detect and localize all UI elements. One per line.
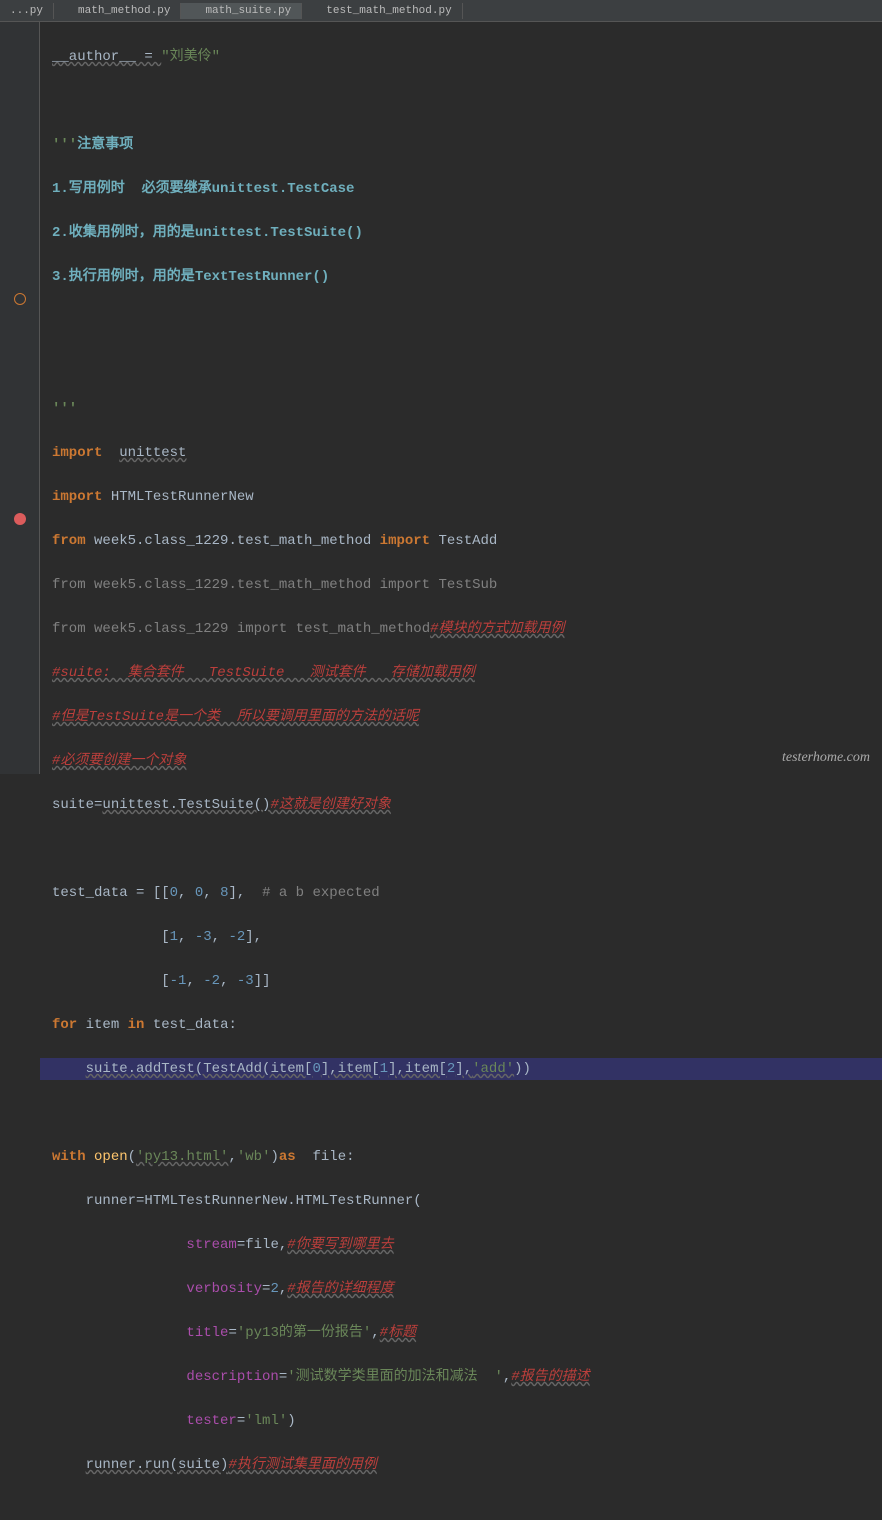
tab-file-1[interactable]: ...py xyxy=(0,3,54,19)
python-icon xyxy=(191,6,201,16)
warning-circle-icon xyxy=(14,293,26,305)
tab-file-3[interactable]: math_suite.py xyxy=(181,3,302,19)
breakpoint-icon[interactable] xyxy=(14,513,26,525)
python-icon xyxy=(64,6,74,16)
watermark-text: testerhome.com xyxy=(782,750,870,766)
gutter[interactable] xyxy=(0,22,40,774)
tab-file-2[interactable]: math_method.py xyxy=(54,3,181,19)
code-area[interactable]: __author__ = "刘美伶" '''注意事项 1.写用例时 必须要继承u… xyxy=(40,22,882,774)
editor-pane: __author__ = "刘美伶" '''注意事项 1.写用例时 必须要继承u… xyxy=(0,22,882,774)
python-icon xyxy=(312,6,322,16)
current-line: suite.addTest(TestAdd(item[0],item[1],it… xyxy=(40,1058,882,1080)
editor-tabs: ...py math_method.py math_suite.py test_… xyxy=(0,0,882,22)
tab-file-4[interactable]: test_math_method.py xyxy=(302,3,462,19)
